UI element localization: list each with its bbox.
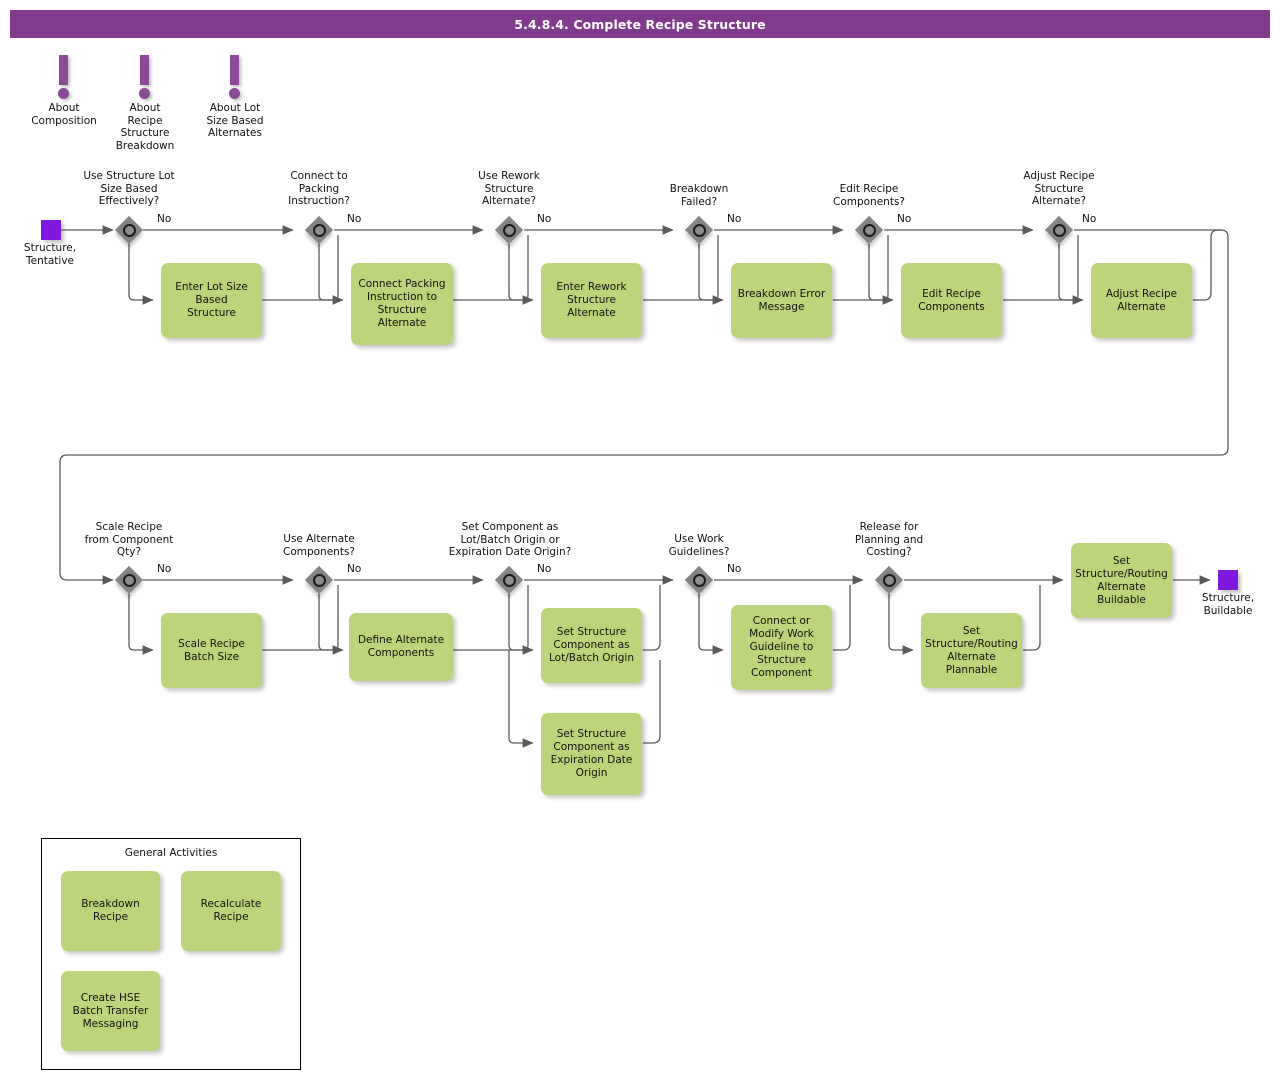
task-set-structure-routing-alternate-plannable[interactable]: Set Structure/Routing Alternate Plannabl… [921,613,1022,688]
exclamation-icon [57,55,71,99]
branch-label-no: No [897,213,912,225]
branch-label-no: No [1082,213,1097,225]
gateway-label: Set Component as Lot/Batch Origin or Exp… [448,521,572,558]
gateway-release-for-planning-and-costing[interactable] [874,565,904,595]
branch-label-no: No [727,213,742,225]
branch-label-no: No [157,563,172,575]
start-event-structure-tentative[interactable] [41,220,61,240]
gateway-use-rework-structure-alternate[interactable] [494,215,524,245]
note-about-recipe-structure-breakdown[interactable]: About Recipe Structure Breakdown [100,55,190,152]
gateway-label: Edit Recipe Components? [832,183,905,208]
gateway-label: Use Rework Structure Alternate? [478,170,540,207]
gateway-label: Connect to Packing Instruction? [288,170,350,207]
diagram-canvas: 5.4.8.4. Complete Recipe Structure About… [0,0,1280,1080]
note-label: About Composition [31,102,97,127]
gateway-set-component-as-lot-batch-or-expiration-date-origin[interactable] [494,565,524,595]
end-event-label: Structure, Buildable [1201,592,1255,617]
task-set-structure-routing-alternate-buildable[interactable]: Set Structure/Routing Alternate Buildabl… [1071,543,1172,618]
task-connect-packing-instruction-to-structure-alternate[interactable]: Connect Packing Instruction to Structure… [351,263,453,345]
branch-label-no: No [347,563,362,575]
general-activities-title: General Activities [124,847,218,859]
note-label: About Lot Size Based Alternates [206,102,264,139]
gateway-scale-recipe-from-component-qty[interactable] [114,565,144,595]
gateway-label: Adjust Recipe Structure Alternate? [1023,170,1095,207]
gateway-label: Release for Planning and Costing? [854,521,924,558]
gateway-edit-recipe-components[interactable] [854,215,884,245]
task-enter-lot-size-based-structure[interactable]: Enter Lot Size Based Structure [161,263,262,338]
task-define-alternate-components[interactable]: Define Alternate Components [349,613,453,681]
branch-label-no: No [537,213,552,225]
gateway-label: Use Structure Lot Size Based Effectively… [83,170,175,207]
page-title: 5.4.8.4. Complete Recipe Structure [10,10,1270,38]
exclamation-icon [138,55,152,99]
branch-label-no: No [727,563,742,575]
branch-label-no: No [157,213,172,225]
note-about-composition[interactable]: About Composition [19,55,109,127]
gateway-label: Use Work Guidelines? [668,533,730,558]
task-adjust-recipe-alternate[interactable]: Adjust Recipe Alternate [1091,263,1192,338]
gateway-label: Breakdown Failed? [669,183,729,208]
note-label: About Recipe Structure Breakdown [115,102,175,152]
task-create-hse-batch-transfer-messaging[interactable]: Create HSE Batch Transfer Messaging [61,971,160,1051]
task-breakdown-recipe[interactable]: Breakdown Recipe [61,871,160,951]
gateway-use-structure-lot-size-based-effectively[interactable] [114,215,144,245]
task-connect-or-modify-work-guideline-to-structure-component[interactable]: Connect or Modify Work Guideline to Stru… [731,605,832,690]
gateway-use-alternate-components[interactable] [304,565,334,595]
task-edit-recipe-components[interactable]: Edit Recipe Components [901,263,1002,338]
task-breakdown-error-message[interactable]: Breakdown Error Message [731,263,832,338]
gateway-adjust-recipe-structure-alternate[interactable] [1044,215,1074,245]
branch-label-no: No [347,213,362,225]
start-event-label: Structure, Tentative [23,242,77,267]
end-event-structure-buildable[interactable] [1218,570,1238,590]
exclamation-icon [228,55,242,99]
gateway-label: Use Alternate Components? [282,533,355,558]
task-scale-recipe-batch-size[interactable]: Scale Recipe Batch Size [161,613,262,688]
note-about-lot-size-based-alternates[interactable]: About Lot Size Based Alternates [190,55,280,140]
task-set-structure-component-as-expiration-date-origin[interactable]: Set Structure Component as Expiration Da… [541,713,642,795]
task-set-structure-component-as-lot-batch-origin[interactable]: Set Structure Component as Lot/Batch Ori… [541,608,642,683]
task-recalculate-recipe[interactable]: Recalculate Recipe [181,871,281,951]
gateway-use-work-guidelines[interactable] [684,565,714,595]
gateway-label: Scale Recipe from Component Qty? [84,521,174,558]
task-enter-rework-structure-alternate[interactable]: Enter Rework Structure Alternate [541,263,642,338]
branch-label-no: No [537,563,552,575]
gateway-connect-to-packing-instruction[interactable] [304,215,334,245]
gateway-breakdown-failed[interactable] [684,215,714,245]
